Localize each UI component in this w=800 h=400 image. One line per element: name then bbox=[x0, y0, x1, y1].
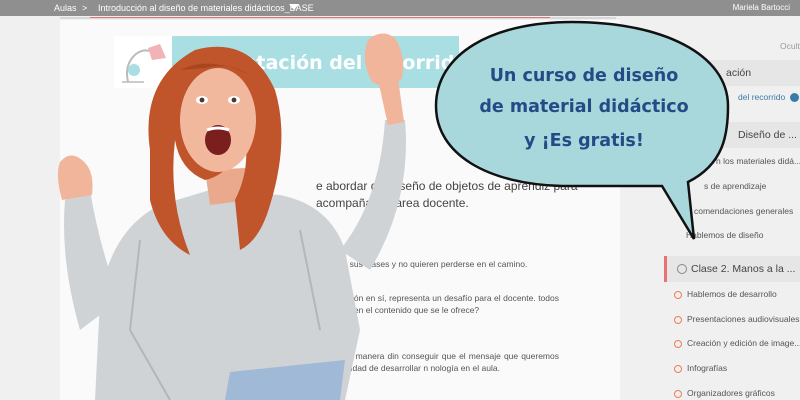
bubble-text-line2: de material didáctico bbox=[479, 97, 689, 117]
bubble-text-line3: y ¡Es gratis! bbox=[524, 131, 644, 151]
bubble-text-line1: Un curso de diseño bbox=[489, 66, 679, 86]
